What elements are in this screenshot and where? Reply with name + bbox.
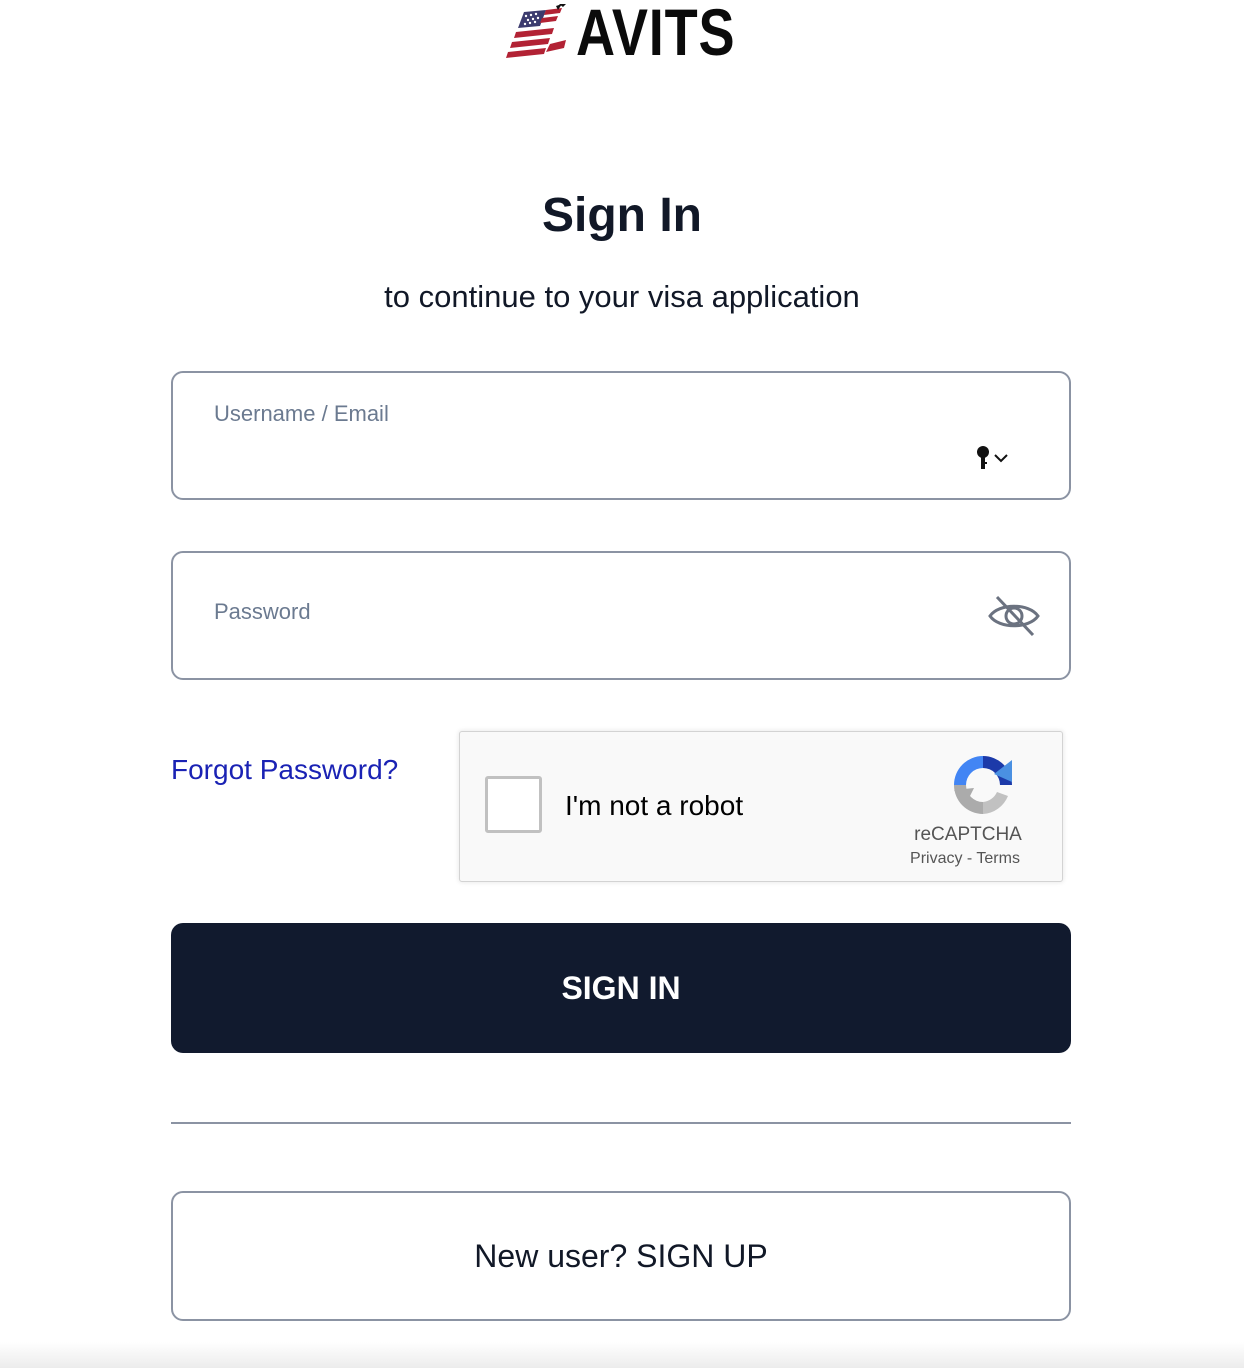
sign-in-button[interactable]: SIGN IN xyxy=(171,923,1071,1053)
page-subtitle: to continue to your visa application xyxy=(384,279,860,314)
password-placeholder: Password xyxy=(214,599,311,624)
recaptcha-logo-icon xyxy=(954,756,1012,814)
recaptcha-terms-link[interactable]: Terms xyxy=(976,850,1020,867)
recaptcha-brand: reCAPTCHA xyxy=(914,824,1022,845)
american-flag-figure-logo xyxy=(506,4,566,58)
eye-slash-icon[interactable] xyxy=(987,593,1041,639)
username-email-field[interactable]: Username / Email xyxy=(171,371,1071,500)
recaptcha-widget: I'm not a robot reCAPTCHA Privacy - Term… xyxy=(459,731,1063,882)
recaptcha-links-separator: - xyxy=(966,850,973,867)
avits-logo: AVITS xyxy=(506,0,770,69)
sign-up-button[interactable]: New user? SIGN UP xyxy=(171,1191,1071,1321)
recaptcha-privacy-link[interactable]: Privacy xyxy=(910,850,962,867)
logo-text: AVITS xyxy=(576,0,736,69)
password-manager-autofill-button[interactable] xyxy=(975,445,1009,471)
divider xyxy=(171,1122,1071,1124)
password-field[interactable]: Password xyxy=(171,551,1071,680)
chevron-down-icon xyxy=(994,454,1008,463)
username-placeholder: Username / Email xyxy=(214,401,389,426)
password-key-icon xyxy=(977,446,989,469)
forgot-password-link[interactable]: Forgot Password? xyxy=(171,754,398,786)
recaptcha-checkbox[interactable] xyxy=(485,776,542,833)
sign-in-page: AVITS Sign In to continue to your visa a… xyxy=(0,0,1244,1368)
page-title: Sign In xyxy=(542,189,702,242)
recaptcha-links: Privacy - Terms xyxy=(890,850,1040,868)
recaptcha-label: I'm not a robot xyxy=(565,790,744,821)
bottom-edge-shadow xyxy=(0,1342,1244,1368)
